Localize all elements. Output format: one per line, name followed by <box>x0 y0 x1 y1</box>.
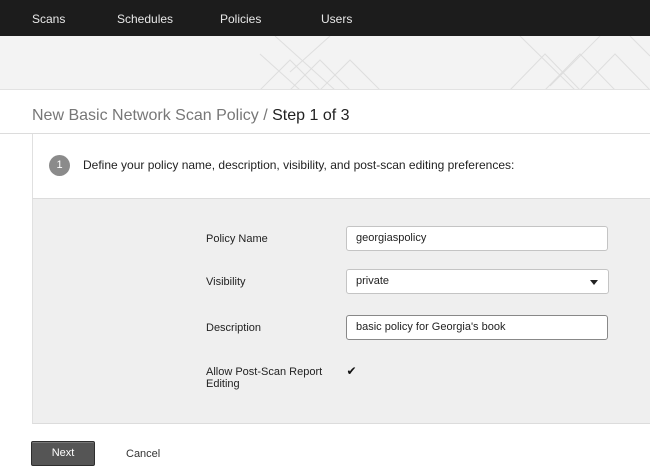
allow-edit-label: Allow Post-Scan Report Editing <box>206 366 323 390</box>
page-title-step: Step 1 of 3 <box>272 107 350 124</box>
top-nav: Scans Schedules Policies Users <box>0 0 650 36</box>
description-label: Description <box>206 322 262 334</box>
page-title-main: New Basic Network Scan Policy <box>32 107 259 124</box>
policy-form: Policy Name georgiaspolicy Visibility pr… <box>32 198 650 424</box>
chevron-down-icon <box>590 280 598 285</box>
nav-item-scans[interactable]: Scans <box>32 12 65 26</box>
step-header: 1 Define your policy name, description, … <box>32 134 650 198</box>
visibility-label: Visibility <box>206 276 246 288</box>
page-title-separator: / <box>263 107 268 124</box>
policy-name-label: Policy Name <box>206 233 268 245</box>
step-instructions: Define your policy name, description, vi… <box>83 158 515 172</box>
cancel-button[interactable]: Cancel <box>126 448 160 460</box>
next-button[interactable]: Next <box>31 441 95 466</box>
policy-name-input[interactable]: georgiaspolicy <box>346 226 608 251</box>
description-input[interactable]: basic policy for Georgia's book <box>346 315 608 340</box>
nav-item-policies[interactable]: Policies <box>220 12 261 26</box>
banner-pattern <box>259 36 650 89</box>
nav-item-users[interactable]: Users <box>321 12 352 26</box>
nav-item-schedules[interactable]: Schedules <box>117 12 173 26</box>
allow-edit-checkbox[interactable]: ✔ <box>345 365 358 378</box>
visibility-select[interactable]: private <box>346 269 609 294</box>
page-title: New Basic Network Scan Policy / Step 1 o… <box>32 107 350 125</box>
visibility-selected-value: private <box>356 275 390 287</box>
step-number-badge: 1 <box>49 155 70 176</box>
header-banner <box>0 36 650 90</box>
